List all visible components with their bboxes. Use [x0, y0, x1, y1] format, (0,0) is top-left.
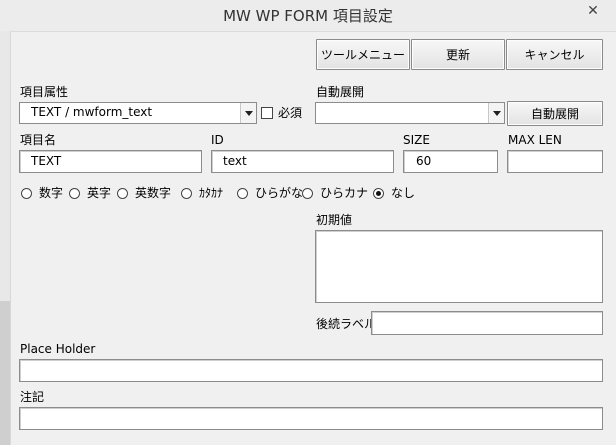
- tool-menu-button-label: ツールメニュー: [320, 48, 405, 62]
- radio-none[interactable]: なし: [373, 186, 415, 200]
- radio-numeric[interactable]: 数字: [21, 186, 63, 200]
- radio-button[interactable]: [117, 187, 128, 199]
- update-button-label: 更新: [445, 48, 470, 62]
- close-button[interactable]: ✕: [570, 0, 616, 22]
- chevron-down-icon[interactable]: [488, 103, 504, 123]
- required-label: 必須: [278, 106, 303, 120]
- chevron-down-icon[interactable]: [240, 103, 256, 123]
- item-attribute-value: TEXT / mwform_text: [31, 105, 153, 119]
- radio-none-label: なし: [391, 186, 416, 200]
- item-attribute-select[interactable]: TEXT / mwform_text: [19, 102, 257, 124]
- radio-hiragana[interactable]: ひらがな: [237, 186, 303, 200]
- auto-expand-select[interactable]: [315, 102, 505, 124]
- note-label: 注記: [20, 390, 45, 404]
- title-bar[interactable]: MW WP FORM 項目設定 ✕: [0, 0, 616, 31]
- placeholder-label: Place Holder: [20, 342, 96, 356]
- cancel-button-label: キャンセル: [524, 48, 585, 62]
- required-checkbox[interactable]: [261, 107, 273, 119]
- auto-expand-label: 自動展開: [316, 85, 365, 99]
- placeholder-input[interactable]: [19, 359, 603, 382]
- radio-button-checked[interactable]: [373, 187, 384, 199]
- tool-menu-button[interactable]: ツールメニュー: [316, 39, 410, 70]
- radio-button[interactable]: [302, 187, 313, 199]
- item-name-label: 項目名: [20, 133, 57, 147]
- auto-expand-button-label: 自動展開: [530, 107, 579, 121]
- maxlen-label: MAX LEN: [508, 133, 562, 147]
- radio-button[interactable]: [21, 187, 32, 199]
- suffix-label-input[interactable]: [371, 311, 603, 335]
- window-left-edge: [0, 31, 10, 445]
- size-label: SIZE: [403, 133, 430, 147]
- radio-halfwidth-katakana-label: ｶﾀｶﾅ: [199, 186, 224, 200]
- cancel-button[interactable]: キャンセル: [506, 39, 603, 70]
- note-input[interactable]: [19, 407, 603, 430]
- id-input[interactable]: text: [211, 150, 394, 173]
- radio-hira-kana-label: ひらカナ: [320, 186, 369, 200]
- initial-value-textarea[interactable]: [315, 230, 603, 303]
- id-label: ID: [211, 133, 224, 147]
- radio-hiragana-label: ひらがな: [255, 186, 304, 200]
- initial-value-label: 初期値: [316, 213, 353, 227]
- radio-alphanumeric[interactable]: 英数字: [117, 186, 171, 200]
- window-title: MW WP FORM 項目設定: [223, 7, 393, 25]
- item-attribute-label: 項目属性: [20, 85, 69, 99]
- maxlen-input[interactable]: [507, 150, 603, 173]
- item-name-input[interactable]: TEXT: [19, 150, 202, 173]
- radio-alphanumeric-label: 英数字: [135, 186, 172, 200]
- radio-button[interactable]: [69, 187, 80, 199]
- radio-halfwidth-katakana[interactable]: ｶﾀｶﾅ: [181, 186, 223, 200]
- radio-hira-kana[interactable]: ひらカナ: [302, 186, 368, 200]
- suffix-label-label: 後続ラベル: [316, 317, 377, 331]
- radio-alpha-label: 英字: [87, 186, 112, 200]
- close-icon: ✕: [587, 3, 599, 19]
- update-button[interactable]: 更新: [411, 39, 505, 70]
- size-input[interactable]: 60: [403, 150, 498, 173]
- auto-expand-button[interactable]: 自動展開: [507, 101, 603, 126]
- radio-button[interactable]: [237, 187, 248, 199]
- radio-button[interactable]: [181, 187, 192, 199]
- radio-numeric-label: 数字: [39, 186, 64, 200]
- radio-alpha[interactable]: 英字: [69, 186, 111, 200]
